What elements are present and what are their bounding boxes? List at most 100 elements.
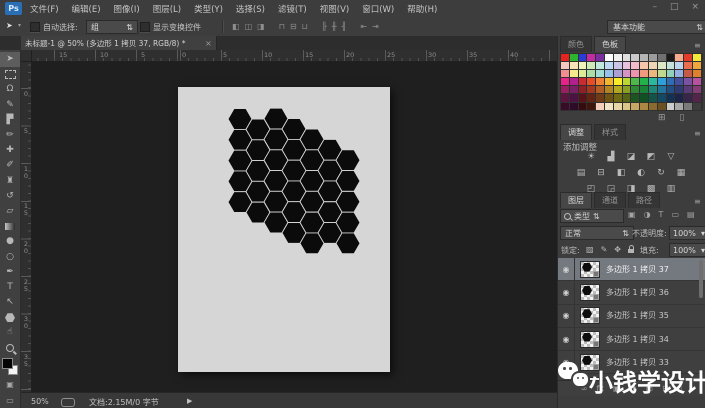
color-swatch[interactable]: [570, 86, 578, 93]
color-swatch[interactable]: [587, 70, 595, 77]
fill-field[interactable]: 100% ▾: [669, 243, 705, 257]
tab-颜色[interactable]: 颜色: [560, 36, 592, 52]
color-swatch[interactable]: [658, 86, 666, 93]
tab-样式[interactable]: 样式: [594, 124, 626, 140]
color-swatch[interactable]: [623, 103, 631, 110]
color-swatch[interactable]: [667, 103, 675, 110]
color-swatch[interactable]: [561, 54, 569, 61]
color-swatch[interactable]: [570, 54, 578, 61]
color-swatch[interactable]: [596, 62, 604, 69]
shape-tool[interactable]: [0, 310, 20, 325]
clone-stamp-tool[interactable]: ♜: [0, 174, 20, 189]
color-swatch[interactable]: [623, 70, 631, 77]
workspace-switcher[interactable]: 基本功能 ⇅: [607, 20, 705, 34]
color-swatch[interactable]: [693, 54, 701, 61]
color-swatch[interactable]: [579, 70, 587, 77]
color-swatch[interactable]: [614, 78, 622, 85]
color-swatch[interactable]: [561, 62, 569, 69]
align-icon[interactable]: ⊔: [302, 22, 308, 31]
color-swatch[interactable]: [579, 103, 587, 110]
color-swatch[interactable]: [631, 62, 639, 69]
lock-all-icon[interactable]: [628, 249, 634, 253]
eye-icon[interactable]: ◉: [563, 288, 570, 297]
color-swatch[interactable]: [579, 54, 587, 61]
color-swatch[interactable]: [561, 86, 569, 93]
layer-row[interactable]: ◉多边形 1 拷贝 34: [558, 328, 705, 351]
color-swatch[interactable]: [596, 86, 604, 93]
color-swatch[interactable]: [587, 86, 595, 93]
color-swatch[interactable]: [587, 54, 595, 61]
color-swatch[interactable]: [649, 86, 657, 93]
layer-filter-icon[interactable]: ▤: [687, 210, 695, 219]
brush-tool[interactable]: ✐: [0, 158, 20, 173]
color-swatch[interactable]: [561, 70, 569, 77]
color-swatch[interactable]: [561, 103, 569, 110]
color-swatch[interactable]: [596, 78, 604, 85]
align-icon[interactable]: ◨: [257, 22, 265, 31]
color-swatch[interactable]: [587, 78, 595, 85]
show-transform-checkbox[interactable]: [140, 22, 150, 32]
zoom-level-field[interactable]: 50%: [31, 397, 49, 406]
layer-thumbnail[interactable]: [580, 284, 600, 301]
menu-item[interactable]: 文件(F): [30, 3, 59, 15]
document-tab[interactable]: 未标题-1 @ 50% (多边形 1 拷贝 37, RGB/8) * ×: [21, 36, 217, 50]
align-icon[interactable]: ⊟: [290, 22, 297, 31]
color-swatch[interactable]: [596, 103, 604, 110]
color-swatch[interactable]: [623, 78, 631, 85]
lasso-tool[interactable]: Ω: [0, 82, 20, 97]
color-swatch[interactable]: [631, 94, 639, 101]
color-swatch[interactable]: [667, 70, 675, 77]
color-swatch[interactable]: [667, 54, 675, 61]
adjustment-icon[interactable]: ◪: [625, 151, 638, 163]
delete-swatch-icon[interactable]: ▯: [680, 113, 685, 123]
color-swatch[interactable]: [684, 62, 692, 69]
color-swatch[interactable]: [570, 103, 578, 110]
gradient-tool[interactable]: [0, 219, 20, 234]
visibility-cell[interactable]: ◉: [558, 258, 575, 280]
eraser-tool[interactable]: ▱: [0, 204, 20, 219]
color-swatch[interactable]: [605, 62, 613, 69]
menu-item[interactable]: 帮助(H): [407, 3, 437, 15]
adjustment-icon[interactable]: ◧: [615, 167, 628, 179]
color-swatch[interactable]: [631, 78, 639, 85]
tab-路径[interactable]: 路径: [628, 192, 660, 208]
menu-item[interactable]: 选择(S): [236, 3, 265, 15]
layer-thumbnail[interactable]: [580, 307, 600, 324]
eyedropper-tool[interactable]: ✏: [0, 128, 20, 143]
color-swatch[interactable]: [649, 94, 657, 101]
color-swatch[interactable]: [631, 54, 639, 61]
color-swatch[interactable]: [570, 70, 578, 77]
history-brush-tool[interactable]: ↺: [0, 189, 20, 204]
align-icon[interactable]: ⇥: [372, 22, 379, 31]
visibility-cell[interactable]: ◉: [558, 281, 575, 303]
layer-thumbnail[interactable]: [580, 261, 600, 278]
color-swatch[interactable]: [605, 54, 613, 61]
opacity-field[interactable]: 100% ▾: [669, 226, 705, 240]
color-swatch[interactable]: [561, 94, 569, 101]
minimize-button[interactable]: –: [652, 2, 657, 12]
auto-select-checkbox[interactable]: [30, 22, 40, 32]
color-swatch[interactable]: [684, 54, 692, 61]
color-swatch[interactable]: [658, 54, 666, 61]
color-swatch[interactable]: [579, 62, 587, 69]
color-swatch[interactable]: [596, 70, 604, 77]
color-swatch[interactable]: [605, 86, 613, 93]
color-swatch[interactable]: [684, 94, 692, 101]
color-swatch[interactable]: [596, 94, 604, 101]
color-swatch[interactable]: [667, 78, 675, 85]
quick-selection-tool[interactable]: ✎: [0, 98, 20, 113]
color-swatch[interactable]: [579, 94, 587, 101]
menu-item[interactable]: 图像(I): [114, 3, 140, 15]
color-swatch[interactable]: [675, 70, 683, 77]
color-swatch[interactable]: [640, 94, 648, 101]
eye-icon[interactable]: ◉: [563, 311, 570, 320]
auto-select-dropdown[interactable]: 组 ⇅: [86, 20, 138, 34]
panel-menu-icon[interactable]: ≡: [694, 129, 701, 138]
menu-item[interactable]: 类型(Y): [194, 3, 223, 15]
tool-preset-caret-icon[interactable]: ▾: [18, 22, 21, 29]
color-swatch[interactable]: [693, 78, 701, 85]
quick-mask-icon[interactable]: ▣: [0, 380, 20, 389]
adjustment-icon[interactable]: ◐: [635, 167, 648, 179]
panel-menu-icon[interactable]: ≡: [694, 197, 701, 206]
adjustment-icon[interactable]: ▽: [665, 151, 678, 163]
